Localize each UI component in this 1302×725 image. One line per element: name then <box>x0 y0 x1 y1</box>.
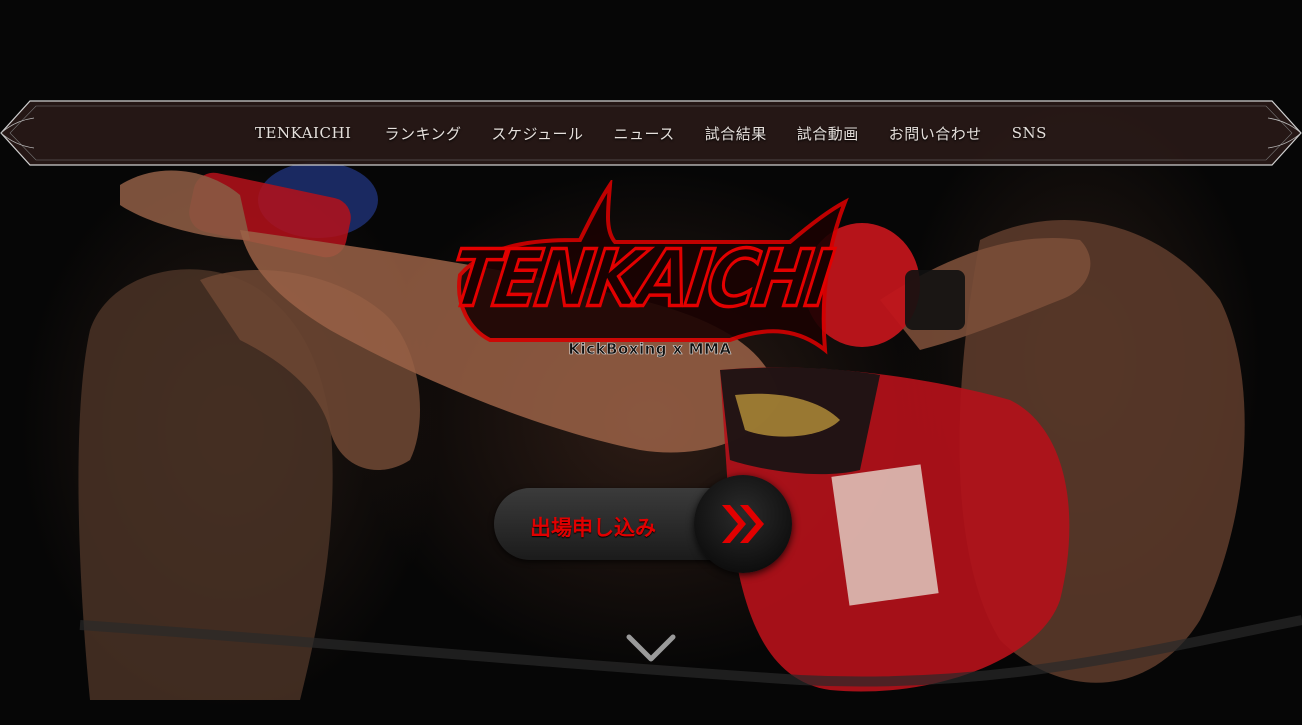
nav-item-contact[interactable]: お問い合わせ <box>874 123 997 144</box>
nav-item-results[interactable]: 試合結果 <box>690 123 782 144</box>
nav-item-schedule[interactable]: スケジュール <box>477 123 599 144</box>
chevron-down-icon[interactable] <box>626 633 676 667</box>
nav-item-sns[interactable]: SNS <box>997 124 1062 142</box>
hero-background: TENKAICHI ランキング スケジュール ニュース 試合結果 試合動画 お問… <box>0 0 1302 725</box>
logo-subtitle: KickBoxing x MMA <box>568 340 732 359</box>
nav-item-videos[interactable]: 試合動画 <box>782 123 874 144</box>
tenkaichi-logo: TENKAICHI KickBoxing x MMA <box>430 180 850 380</box>
entry-button[interactable]: 出場申し込み <box>494 475 794 573</box>
entry-button-circle[interactable] <box>694 475 792 573</box>
main-navigation: TENKAICHI ランキング スケジュール ニュース 試合結果 試合動画 お問… <box>0 100 1302 166</box>
nav-item-tenkaichi[interactable]: TENKAICHI <box>240 124 369 142</box>
nav-item-news[interactable]: ニュース <box>598 123 689 144</box>
double-chevron-right-icon <box>722 505 764 543</box>
nav-list: TENKAICHI ランキング スケジュール ニュース 試合結果 試合動画 お問… <box>0 100 1302 166</box>
nav-item-ranking[interactable]: ランキング <box>369 123 476 144</box>
entry-button-label: 出場申し込み <box>530 516 656 540</box>
logo-title: TENKAICHI <box>444 232 836 326</box>
